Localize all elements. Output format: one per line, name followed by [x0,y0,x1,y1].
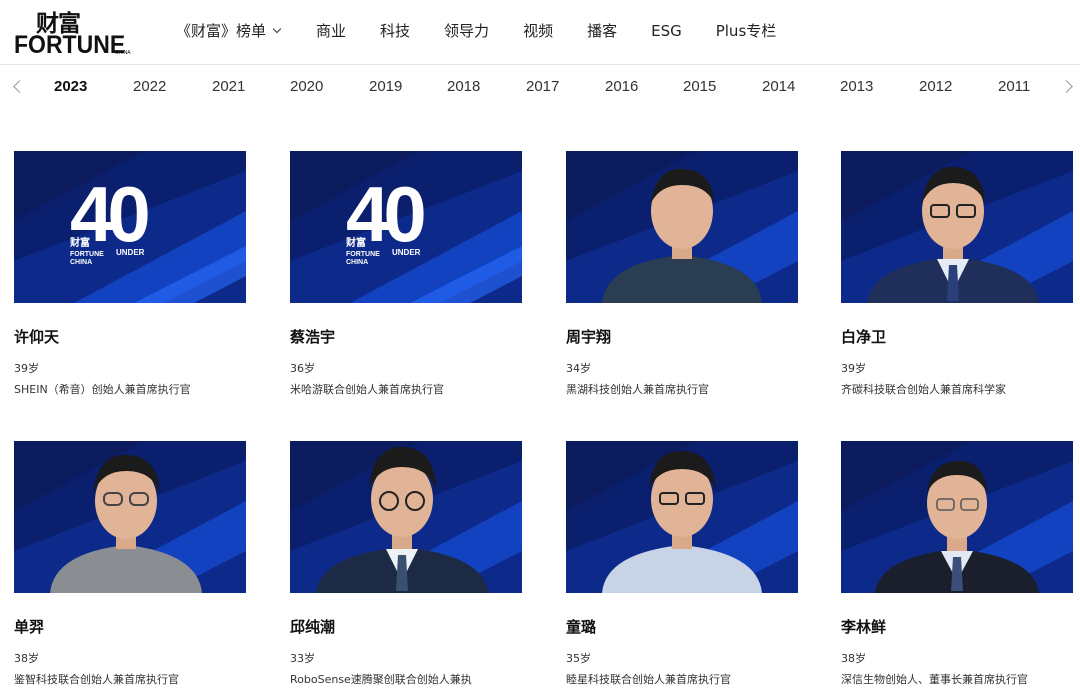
nav-item-rankings[interactable]: 《财富》榜单 [176,20,282,41]
year-tab-2015[interactable]: 2015 [683,78,716,95]
year-tab-2012[interactable]: 2012 [919,78,952,95]
nav-item-esg[interactable]: ESG [651,22,682,40]
person-name[interactable]: 童璐 [566,616,596,637]
year-tab-2016[interactable]: 2016 [605,78,638,95]
site-header: 财富 FORTUNE CHINA 《财富》榜单 商业 科技 领导力 视频 播客 … [0,0,1080,65]
person-age: 34岁 [566,362,591,375]
year-tab-2011[interactable]: 2011 [998,78,1030,95]
year-tab-2023[interactable]: 2023 [54,78,87,95]
person-title: SHEIN（希音）创始人兼首席执行官 [14,383,191,396]
person-photo[interactable] [14,441,246,593]
nav-item-leadership[interactable]: 领导力 [444,20,489,41]
person-title: 黑湖科技创始人兼首席执行官 [566,383,709,396]
person-photo[interactable] [290,441,522,593]
person-age: 38岁 [841,652,866,665]
person-title: 深信生物创始人、董事长兼首席执行官 [841,673,1028,686]
person-age: 39岁 [841,362,866,375]
year-selector: 2023 2022 2021 2020 2019 2018 2017 2016 … [0,66,1080,110]
logo-sub-text: CHINA [115,50,131,56]
person-title: 睦星科技联合创始人兼首席执行官 [566,673,731,686]
nav-item-plus[interactable]: Plus专栏 [716,20,777,41]
chevron-left-icon[interactable] [13,80,26,93]
card-image-40-under-40[interactable]: 40 UNDER 财富 FORTUNE CHINA [290,151,522,303]
badge-en-text: FORTUNE [70,251,104,258]
person-name[interactable]: 李林鲜 [841,616,886,637]
person-name[interactable]: 许仰天 [14,326,59,347]
nav-item-business[interactable]: 商业 [316,20,346,41]
person-name[interactable]: 周宇翔 [566,326,611,347]
person-name[interactable]: 邱纯潮 [290,616,335,637]
badge-under-text: UNDER [116,248,145,257]
year-tab-2021[interactable]: 2021 [212,78,245,95]
person-photo[interactable] [841,441,1073,593]
person-title: 鉴智科技联合创始人兼首席执行官 [14,673,179,686]
person-age: 35岁 [566,652,591,665]
year-tab-2020[interactable]: 2020 [290,78,323,95]
year-tab-2022[interactable]: 2022 [133,78,166,95]
person-photo[interactable] [841,151,1073,303]
nav-item-tech[interactable]: 科技 [380,20,410,41]
person-title: 米哈游联合创始人兼首席执行官 [290,383,444,396]
year-tab-2019[interactable]: 2019 [369,78,402,95]
person-age: 36岁 [290,362,315,375]
person-age: 38岁 [14,652,39,665]
year-tab-2017[interactable]: 2017 [526,78,559,95]
person-photo[interactable] [566,151,798,303]
badge-sub-text: CHINA [70,259,92,266]
year-tab-2018[interactable]: 2018 [447,78,480,95]
main-nav: 《财富》榜单 商业 科技 领导力 视频 播客 ESG Plus专栏 [176,20,776,41]
40-under-40-badge-icon: 40 UNDER 财富 FORTUNE CHINA [345,170,434,266]
badge-en-text: FORTUNE [346,251,380,258]
person-age: 33岁 [290,652,315,665]
chevron-down-icon [272,24,282,33]
card-image-40-under-40[interactable]: 40 UNDER 财富 FORTUNE CHINA [14,151,246,303]
person-name[interactable]: 蔡浩宇 [290,326,335,347]
person-title: RoboSense速腾聚创联合创始人兼执 [290,673,472,686]
nav-label: 《财富》榜单 [176,22,267,40]
badge-under-text: UNDER [392,248,421,257]
40-under-40-badge-icon: 40 UNDER 财富 FORTUNE CHINA [69,170,158,266]
year-tab-2014[interactable]: 2014 [762,78,795,95]
badge-cn-text: 财富 [345,236,366,249]
logo-en-text: FORTUNE [14,31,126,59]
nav-item-podcast[interactable]: 播客 [587,20,617,41]
person-age: 39岁 [14,362,39,375]
person-name[interactable]: 单羿 [14,616,44,637]
person-photo[interactable] [566,441,798,593]
chevron-right-icon[interactable] [1060,80,1073,93]
nav-item-video[interactable]: 视频 [523,20,553,41]
person-title: 齐碳科技联合创始人兼首席科学家 [841,383,1006,396]
year-tab-2013[interactable]: 2013 [840,78,873,95]
badge-sub-text: CHINA [346,259,368,266]
badge-cn-text: 财富 [69,236,90,249]
person-name[interactable]: 白净卫 [841,326,886,347]
fortune-china-logo[interactable]: 财富 FORTUNE CHINA [14,4,131,60]
